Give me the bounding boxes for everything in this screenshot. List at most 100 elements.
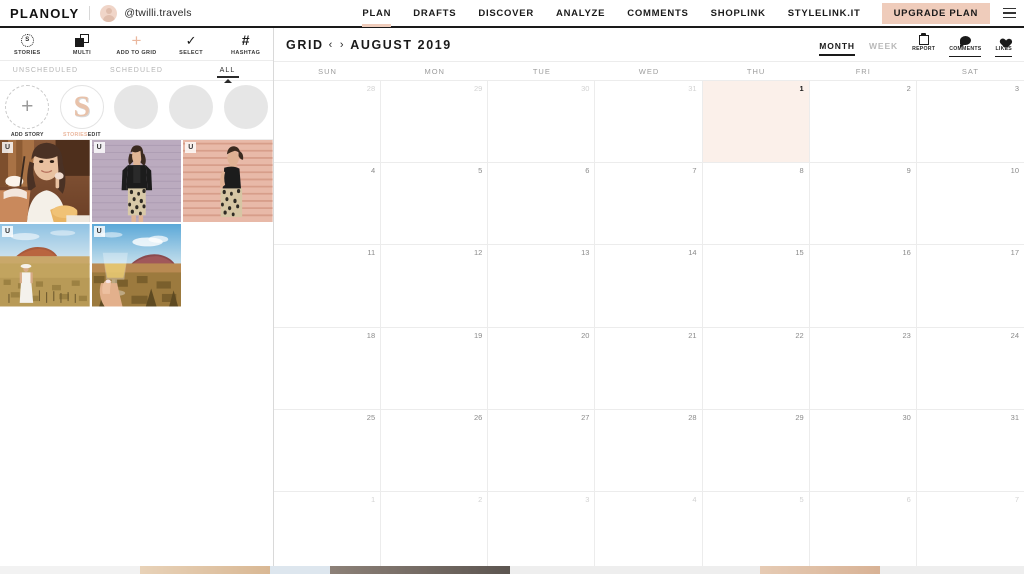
calendar-day-cell[interactable]: 31 [595, 81, 703, 163]
story-placeholder[interactable] [218, 85, 273, 129]
calendar-day-cell[interactable]: 5 [381, 163, 489, 245]
calendar-day-cell[interactable]: 4 [274, 163, 382, 245]
view-tab-week[interactable]: WEEK [869, 41, 898, 57]
calendar-day-cell[interactable]: 17 [917, 245, 1024, 326]
calendar-day-cell[interactable]: 6 [488, 163, 596, 245]
calendar-day-cell[interactable]: 30 [488, 81, 596, 163]
calendar-day-cell[interactable]: 28 [274, 81, 382, 163]
nav-item-drafts[interactable]: DRAFTS [402, 0, 467, 27]
nav-item-stylelink[interactable]: STYLELINK.IT [777, 0, 872, 27]
story-thumb [114, 85, 159, 129]
nav-item-plan[interactable]: PLAN [351, 0, 402, 27]
view-tab-month[interactable]: MONTH [819, 41, 855, 57]
calendar-day-cell[interactable]: 7 [917, 492, 1024, 573]
story-placeholder[interactable] [109, 85, 164, 129]
day-number: 22 [795, 330, 804, 340]
story-add[interactable]: + ADD STORY [0, 85, 55, 138]
next-month-button[interactable]: › [339, 39, 346, 51]
day-number: 2 [906, 84, 911, 93]
calendar-day-cell[interactable]: 27 [488, 409, 596, 491]
prev-month-button[interactable]: ‹ [328, 39, 335, 51]
calendar-day-cell[interactable]: 1 [274, 491, 382, 574]
calendar-day-cell[interactable]: 10 [917, 163, 1024, 244]
report-button[interactable]: REPORT [912, 32, 935, 57]
calendar-week-row: 4 5 6 7 8 9 10 [274, 163, 1024, 246]
hamburger-icon[interactable] [994, 0, 1024, 27]
photo-tile[interactable]: U [91, 224, 182, 307]
tool-select[interactable]: ✓ SELECT [164, 28, 219, 61]
photo-tile[interactable]: U [183, 140, 273, 223]
day-number: 28 [688, 412, 697, 422]
calendar-day-cell[interactable]: 7 [595, 163, 703, 245]
photo-champagne-uluru-sunset [91, 224, 182, 307]
calendar-day-cell[interactable]: 15 [703, 245, 810, 327]
calendar-day-cell[interactable]: 30 [810, 409, 917, 491]
top-bar: PLANOLY @twilli.travels PLAN DRAFTS DISC… [0, 0, 1024, 28]
calendar-day-cell[interactable]: 11 [274, 245, 382, 327]
calendar-day-cell[interactable]: 21 [595, 327, 703, 409]
calendar-day-cell[interactable]: 4 [595, 491, 703, 574]
calendar-day-cell[interactable]: 3 [488, 491, 596, 574]
filter-tab-all[interactable]: ALL [182, 61, 273, 83]
nav-item-discover[interactable]: DISCOVER [467, 0, 545, 27]
calendar-mode-label[interactable]: GRID [286, 38, 324, 52]
calendar-day-cell[interactable]: 20 [488, 327, 596, 409]
calendar-day-cell[interactable]: 2 [381, 491, 489, 574]
calendar-day-cell[interactable]: 31 [917, 410, 1024, 491]
calendar-day-cell[interactable]: 13 [488, 245, 596, 327]
report-label: REPORT [912, 46, 936, 52]
calendar-day-cell[interactable]: 5 [703, 491, 810, 574]
calendar-day-cell[interactable]: 18 [274, 327, 382, 409]
nav-item-comments[interactable]: COMMENTS [616, 0, 699, 27]
nav-label: ANALYZE [555, 7, 606, 19]
story-label: ADD STORY [10, 132, 44, 138]
day-number: 25 [366, 412, 376, 422]
sidebar-filter-tabs: UNSCHEDULED SCHEDULED ALL [0, 61, 273, 83]
avatar[interactable] [100, 4, 118, 22]
story-edit[interactable]: S STORIESEDIT [55, 85, 110, 138]
filter-tab-unscheduled[interactable]: UNSCHEDULED [0, 61, 91, 81]
calendar-day-cell[interactable]: 29 [703, 409, 810, 491]
account-handle[interactable]: @twilli.travels [124, 7, 191, 19]
calendar-day-cell[interactable]: 16 [810, 245, 917, 327]
calendar-day-cell[interactable]: 14 [595, 245, 703, 327]
calendar-day-cell[interactable]: 29 [381, 81, 489, 163]
calendar-day-cell[interactable]: 6 [810, 491, 917, 574]
calendar-day-cell[interactable]: 19 [381, 327, 489, 409]
photo-tile[interactable]: U [0, 140, 90, 223]
likes-button[interactable]: LIKES [995, 32, 1012, 58]
calendar-day-cell[interactable]: 8 [703, 163, 810, 245]
divider [89, 6, 91, 20]
photo-tile-empty[interactable] [183, 224, 273, 307]
day-number: 10 [1010, 166, 1019, 176]
calendar-day-cell[interactable]: 3 [917, 81, 1024, 162]
day-number: 11 [367, 248, 376, 258]
calendar-day-cell[interactable]: 25 [274, 409, 382, 491]
story-placeholder[interactable] [164, 85, 219, 129]
app-logo: PLANOLY [10, 5, 80, 21]
day-number: 3 [585, 494, 590, 504]
calendar-day-cell[interactable]: 9 [810, 163, 917, 245]
photo-tile[interactable]: U [0, 224, 90, 307]
calendar-day-cell[interactable]: 2 [810, 81, 917, 163]
day-number: 24 [1010, 330, 1019, 340]
tool-hashtag[interactable]: # HASHTAG [218, 28, 273, 61]
calendar-day-cell[interactable]: 23 [810, 327, 917, 409]
nav-item-analyze[interactable]: ANALYZE [545, 0, 616, 27]
photo-tile[interactable]: U [91, 140, 182, 223]
filter-tab-scheduled[interactable]: SCHEDULED [91, 61, 182, 81]
tool-multi[interactable]: MULTI [55, 28, 110, 61]
upgrade-plan-button[interactable]: UPGRADE PLAN [881, 2, 990, 24]
calendar-day-cell[interactable]: 12 [381, 245, 489, 327]
calendar-day-cell[interactable]: 24 [917, 328, 1024, 409]
calendar-day-cell[interactable]: 22 [703, 327, 810, 409]
nav-item-shoplink[interactable]: SHOPLINK [700, 0, 777, 27]
calendar-day-cell[interactable]: 26 [381, 409, 489, 491]
calendar-day-cell[interactable]: 1 [702, 81, 810, 163]
comments-button[interactable]: COMMENTS [949, 32, 982, 58]
calendar-day-cell[interactable]: 28 [595, 409, 703, 491]
day-number: 29 [473, 84, 483, 93]
tool-add-to-grid[interactable]: + ADD TO GRID [109, 28, 164, 61]
day-number: 6 [585, 166, 590, 176]
tool-stories[interactable]: S STORIES [0, 28, 55, 61]
